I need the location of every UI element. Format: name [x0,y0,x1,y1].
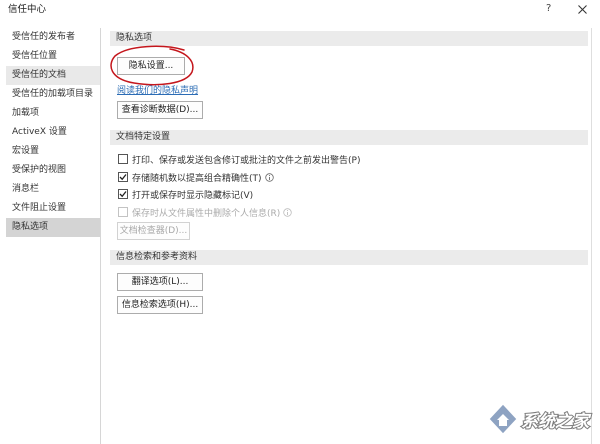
sidebar-item-label: 加载项 [12,108,40,118]
research-options-button[interactable]: 信息检索选项(H)... [117,296,203,314]
sidebar-item-trusted-publishers[interactable]: 受信任的发布者 [6,28,100,47]
sidebar-item-label: 受信任的文档 [12,70,67,80]
sidebar-nav: 受信任的发布者 受信任位置 受信任的文档 受信任的加载项目录 加载项 Activ… [6,28,100,237]
checkbox-label: 打开或保存时显示隐藏标记(V) [132,190,254,201]
content-panel-border [591,28,592,444]
checkbox[interactable] [118,154,128,164]
checkbox-row-remove-personal-info[interactable]: 保存时从文件属性中删除个人信息(R) [118,206,292,219]
watermark-text: 系统之家 [521,412,592,432]
watermark-logo: 系统之家 [488,403,593,435]
checkbox[interactable] [118,189,128,199]
sidebar-item-label: 宏设置 [12,146,40,156]
sidebar-item-file-block-settings[interactable]: 文件阻止设置 [6,199,100,218]
sidebar-item-protected-view[interactable]: 受保护的视图 [6,161,100,180]
checkbox-label: 存储随机数以提高组合精确性(T) [132,173,262,184]
sidebar-item-message-bar[interactable]: 消息栏 [6,180,100,199]
sidebar-item-add-ins[interactable]: 加载项 [6,104,100,123]
sidebar-item-trusted-documents[interactable]: 受信任的文档 [6,66,100,85]
sidebar-item-label: ActiveX 设置 [12,127,67,137]
checkbox-row-warn-before-print-save-send[interactable]: 打印、保存或发送包含修订或批注的文件之前发出警告(P) [118,153,361,166]
section-header-privacy-options: 隐私选项 [110,31,588,46]
checkbox-row-show-hidden-markup[interactable]: 打开或保存时显示隐藏标记(V) [118,188,254,201]
translation-options-button[interactable]: 翻译选项(L)... [117,273,203,291]
privacy-settings-button[interactable]: 隐私设置... [117,57,185,75]
checkmark-icon [119,174,127,181]
info-icon [264,172,274,182]
document-inspector-button[interactable]: 文档检查器(D)... [117,222,190,240]
close-button[interactable] [577,4,588,15]
info-icon [283,207,292,217]
close-icon [578,5,587,14]
house-logo-icon [488,403,518,435]
sidebar-item-label: 文件阻止设置 [12,203,67,213]
sidebar-item-macro-settings[interactable]: 宏设置 [6,142,100,161]
checkbox-row-store-random-number[interactable]: 存储随机数以提高组合精确性(T) [118,171,274,184]
section-header-research-and-reference: 信息检索和参考资料 [110,250,588,265]
sidebar-item-label: 受保护的视图 [12,165,67,175]
sidebar-item-label: 受信任位置 [12,51,58,61]
checkbox[interactable] [118,207,128,217]
trust-center-dialog: 信任中心 ? 受信任的发布者 受信任位置 受信任的文档 受信任的加载项目录 加载… [0,0,600,444]
sidebar-divider [100,28,101,444]
view-diagnostic-data-button[interactable]: 查看诊断数据(D)... [117,101,203,119]
help-button[interactable]: ? [546,2,551,16]
checkbox-label: 打印、保存或发送包含修订或批注的文件之前发出警告(P) [132,155,361,166]
sidebar-item-privacy-options[interactable]: 隐私选项 [6,218,100,237]
sidebar-item-activex-settings[interactable]: ActiveX 设置 [6,123,100,142]
window-title: 信任中心 [8,4,47,15]
sidebar-item-label: 受信任的发布者 [12,32,76,42]
sidebar-item-label: 隐私选项 [12,222,49,232]
privacy-statement-link[interactable]: 阅读我们的隐私声明 [117,85,198,97]
checkbox[interactable] [118,172,128,182]
sidebar-item-trusted-locations[interactable]: 受信任位置 [6,47,100,66]
checkbox-label: 保存时从文件属性中删除个人信息(R) [132,208,281,219]
section-header-document-specific-settings: 文档特定设置 [110,130,588,145]
sidebar-item-label: 受信任的加载项目录 [12,89,94,99]
sidebar-item-trusted-add-in-catalogs[interactable]: 受信任的加载项目录 [6,85,100,104]
sidebar-item-label: 消息栏 [12,184,40,194]
checkmark-icon [119,191,127,198]
